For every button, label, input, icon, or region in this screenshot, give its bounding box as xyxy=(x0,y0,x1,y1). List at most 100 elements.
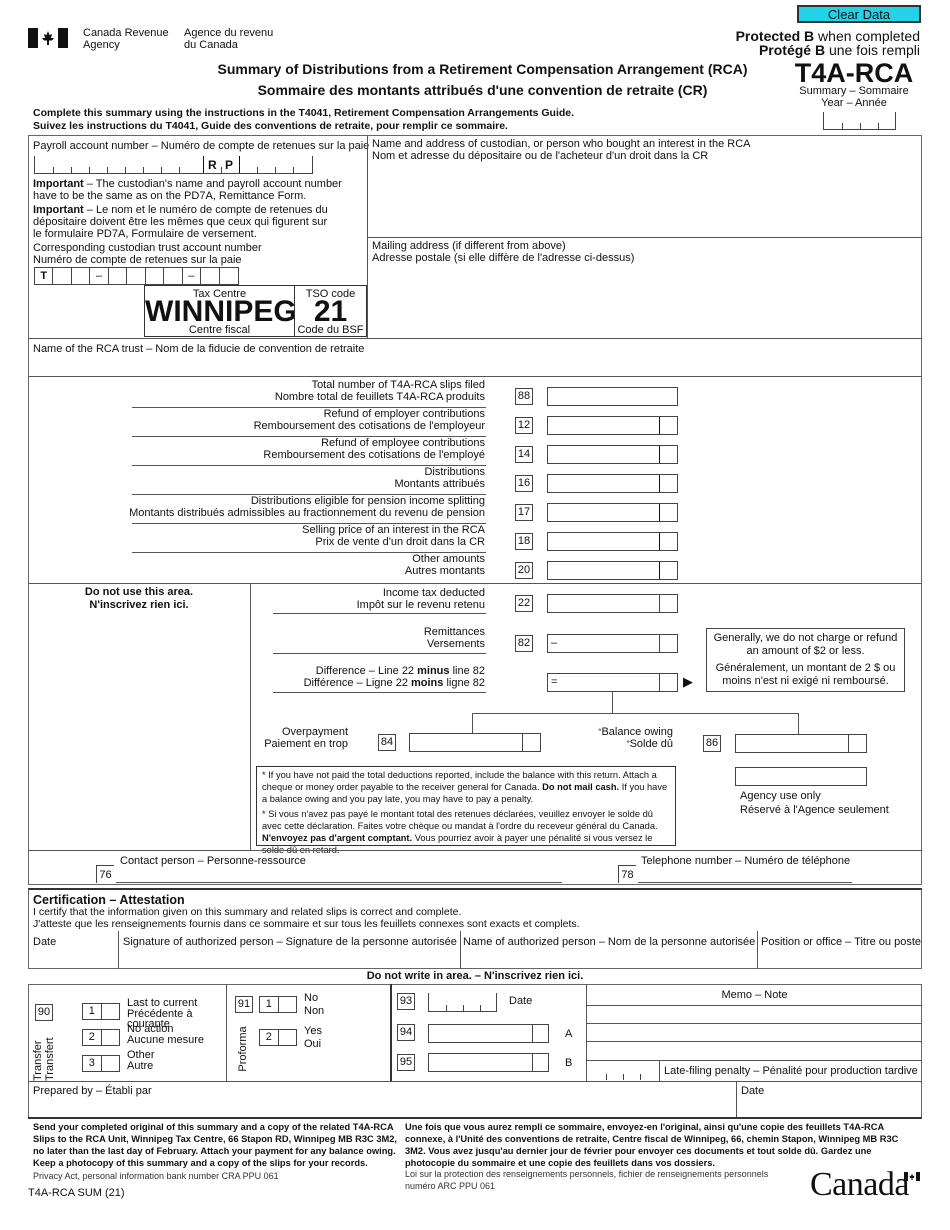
income-tax-dollars[interactable] xyxy=(548,595,660,612)
remittances-fr: Versements xyxy=(426,638,485,650)
divider xyxy=(273,653,486,654)
instructions-fr: Suivez les instructions du T4041, Guide … xyxy=(33,120,508,132)
canada-wordmark: Canada xyxy=(810,1166,920,1204)
divider xyxy=(28,338,922,339)
line-label-en: Distributions eligible for pension incom… xyxy=(250,495,485,507)
option-box[interactable]: 3 xyxy=(82,1055,120,1072)
overpayment-dollars[interactable] xyxy=(410,734,522,751)
divider xyxy=(28,583,922,584)
line-88-dollars[interactable] xyxy=(548,388,676,405)
telephone-input[interactable] xyxy=(638,867,852,883)
trust-name-input[interactable] xyxy=(33,357,913,373)
income-tax-label: Income tax deducted Impôt sur le revenu … xyxy=(273,587,485,611)
line-88-input[interactable] xyxy=(547,387,678,406)
option-box[interactable]: 2 xyxy=(82,1029,120,1046)
divider xyxy=(390,984,392,1081)
divider xyxy=(273,692,486,693)
dash: – xyxy=(183,268,202,284)
prepared-by-label: Prepared by – Établi par xyxy=(33,1085,152,1097)
box-code-90: 90 xyxy=(35,1004,53,1021)
transfer-fr: Transfert xyxy=(44,1037,56,1081)
remittances-input[interactable]: – xyxy=(547,634,678,653)
proforma-label: Proforma xyxy=(236,1025,250,1075)
line-20-input[interactable] xyxy=(547,561,678,580)
line-label-en: Total number of T4A-RCA slips filed xyxy=(311,379,485,391)
position-label: Position or office – Titre ou poste xyxy=(761,936,921,948)
canada-wordmark-text: Canada xyxy=(810,1166,909,1203)
line-14-dollars[interactable] xyxy=(548,446,658,463)
divider xyxy=(757,931,758,969)
overpayment-en: Overpayment xyxy=(281,726,348,738)
difference-input[interactable]: = xyxy=(547,673,678,692)
balance-owing-input[interactable] xyxy=(735,734,867,753)
signature-label: Signature of authorized person – Signatu… xyxy=(123,936,457,948)
position-input[interactable] xyxy=(760,950,918,966)
overpayment-input[interactable] xyxy=(409,733,541,752)
input-94[interactable] xyxy=(428,1024,549,1043)
option-label: No action Aucune mesure xyxy=(127,1024,227,1045)
balance-dollars[interactable] xyxy=(736,735,848,752)
option-box[interactable]: 2 xyxy=(259,1029,297,1046)
payroll-label: Payroll account number – Numéro de compt… xyxy=(33,140,370,152)
minus-sign: – xyxy=(551,637,558,649)
line-17-dollars[interactable] xyxy=(548,504,658,521)
line-12-dollars[interactable] xyxy=(548,417,658,434)
tso-fr: Code du BSF xyxy=(297,324,364,336)
payroll-account-input[interactable]: R P xyxy=(34,156,313,174)
line-17-input[interactable] xyxy=(547,503,678,522)
option-box[interactable]: 1 xyxy=(82,1003,120,1020)
authorized-name-input[interactable] xyxy=(463,950,755,966)
date-93-input[interactable] xyxy=(428,993,497,1012)
overpayment-label: Overpayment Paiement en trop xyxy=(250,726,348,750)
line-16-dollars[interactable] xyxy=(548,475,658,492)
line-20-dollars[interactable] xyxy=(548,562,658,579)
income-tax-input[interactable] xyxy=(547,594,678,613)
connector-line xyxy=(612,692,613,714)
option-box[interactable]: 1 xyxy=(259,996,297,1013)
tso-code-box: TSO code 21 Code du BSF xyxy=(294,285,367,337)
canada-flag-icon xyxy=(28,28,68,48)
notice-en: * If you have not paid the total deducti… xyxy=(262,770,668,804)
connector-line xyxy=(798,713,799,734)
trust-account-en: Corresponding custodian trust account nu… xyxy=(33,242,262,254)
line-code-78: 78 xyxy=(618,865,636,883)
instructions-en: Complete this summary using the instruct… xyxy=(33,107,575,119)
option-fr: Non xyxy=(304,1005,325,1017)
line-16-input[interactable] xyxy=(547,474,678,493)
line-label: Selling price of an interest in the RCA P… xyxy=(120,524,485,548)
proforma-rotated: Proforma xyxy=(237,1026,249,1072)
input-95[interactable] xyxy=(428,1053,549,1072)
certification-text: I certify that the information given on … xyxy=(33,906,580,930)
line-12-input[interactable] xyxy=(547,416,678,435)
mailing-address-input[interactable] xyxy=(372,268,917,334)
line-label-en: Selling price of an interest in the RCA xyxy=(302,524,485,536)
privacy-fr-2: numéro ARC PPU 061 xyxy=(405,1181,496,1191)
late-filing-input[interactable] xyxy=(588,1061,658,1080)
divider xyxy=(460,931,461,969)
contact-person-input[interactable] xyxy=(116,867,562,883)
line-14-input[interactable] xyxy=(547,445,678,464)
line-label: Refund of employer contributions Rembours… xyxy=(120,408,485,432)
prepared-date-label: Date xyxy=(741,1085,765,1097)
trust-account-input[interactable]: T – – xyxy=(34,267,239,285)
line-label-fr: Montants distribués admissibles au fract… xyxy=(129,507,485,519)
tax-centre-fr: Centre fiscal xyxy=(188,324,251,336)
custodian-address-input[interactable] xyxy=(372,166,917,232)
agency-use-input[interactable] xyxy=(735,767,867,786)
box-code-95: 95 xyxy=(397,1054,415,1071)
privacy-en: Privacy Act, personal information bank n… xyxy=(33,1171,279,1181)
line-18-input[interactable] xyxy=(547,532,678,551)
clear-data-button[interactable]: Clear Data xyxy=(797,5,921,23)
signature-input[interactable] xyxy=(121,950,457,966)
line-18-dollars[interactable] xyxy=(548,533,658,550)
label-b: B xyxy=(565,1057,573,1069)
balance-fr: *Solde dû xyxy=(626,738,673,750)
agency-use-fr: Réservé à l'Agence seulement xyxy=(740,804,889,816)
memo-line xyxy=(587,1041,922,1042)
line-code-22: 22 xyxy=(515,595,533,612)
line-code-12: 12 xyxy=(515,417,533,434)
cert-date-input[interactable] xyxy=(32,950,116,966)
send-instructions-fr: Une fois que vous aurez rempli ce sommai… xyxy=(405,1122,899,1168)
year-input[interactable] xyxy=(823,112,896,130)
divider xyxy=(28,1117,922,1119)
